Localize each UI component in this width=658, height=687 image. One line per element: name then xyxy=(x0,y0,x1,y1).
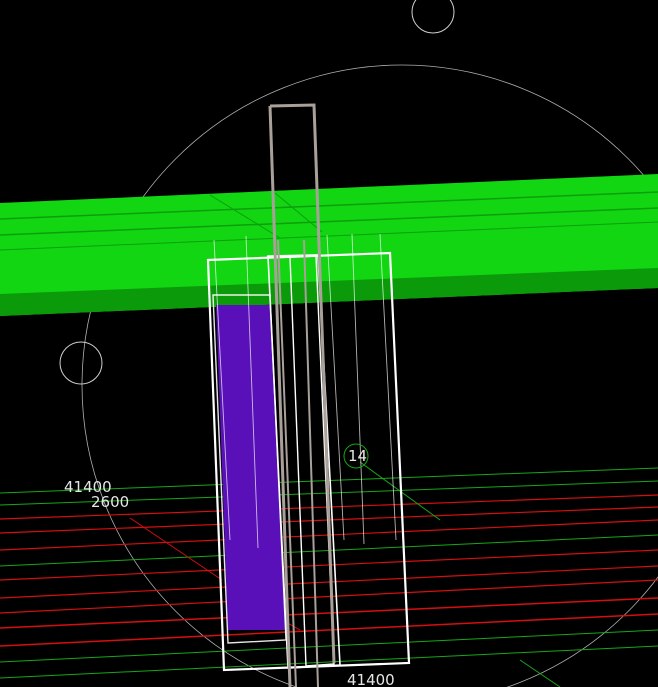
grid-marker-label: 14 xyxy=(348,447,367,465)
dimension-label-left-bottom: 2600 xyxy=(91,493,129,511)
dimension-label-bottom: 41400 xyxy=(347,671,395,687)
viewport-background xyxy=(0,0,658,687)
grid-marker[interactable]: 14 xyxy=(343,443,369,469)
3d-viewport[interactable]: 14 41400 2600 41400 xyxy=(0,0,658,687)
